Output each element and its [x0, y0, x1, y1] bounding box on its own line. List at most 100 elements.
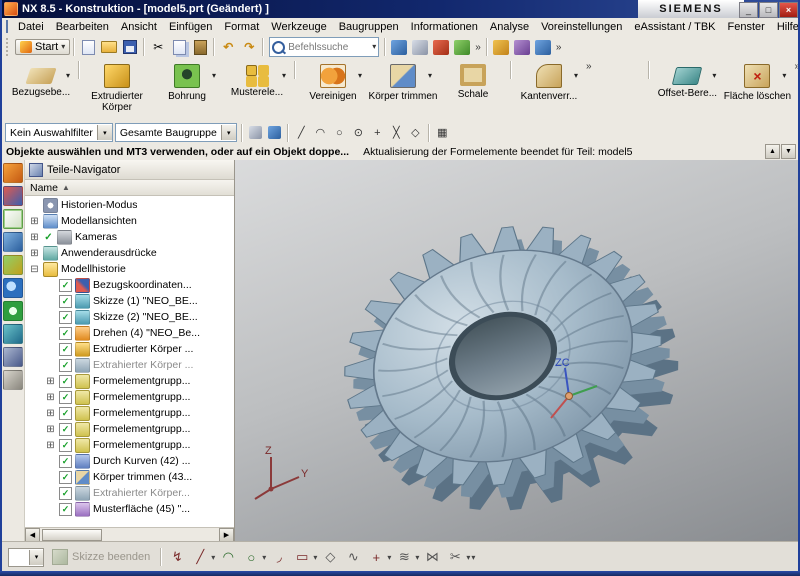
checkbox[interactable]: ✓: [59, 327, 72, 340]
point-tool-button[interactable]: +: [366, 547, 386, 567]
assembly-navigator-icon[interactable]: [3, 163, 23, 183]
title-bar[interactable]: NX 8.5 - Konstruktion - [model5.prt (Geä…: [0, 0, 800, 18]
menu-voreinstellungen[interactable]: Voreinstellungen: [535, 20, 628, 34]
checkbox[interactable]: ✓: [59, 311, 72, 324]
chevron-down-icon[interactable]: ▾: [782, 71, 786, 80]
horizontal-scrollbar[interactable]: ◀ ▶: [25, 527, 234, 541]
highlight-button[interactable]: [247, 125, 264, 141]
tree-item-model-history[interactable]: ⊟ Modellhistorie: [25, 261, 234, 277]
snap-point-icon[interactable]: +: [369, 125, 386, 141]
expand-toggle-icon[interactable]: ⊞: [45, 424, 56, 435]
menu-ansicht[interactable]: Ansicht: [115, 20, 163, 34]
undo-button[interactable]: ↶: [218, 38, 238, 57]
roles-icon[interactable]: [3, 370, 23, 390]
trim-body-button[interactable]: ▾ Körper trimmen: [368, 61, 438, 121]
checkbox[interactable]: ✓: [59, 359, 72, 372]
checkbox[interactable]: ✓: [59, 375, 72, 388]
chevron-down-icon[interactable]: ▾: [221, 125, 236, 140]
scrollbar-thumb[interactable]: [42, 529, 102, 541]
expand-toggle-icon[interactable]: ⊞: [29, 216, 40, 227]
graphics-viewport[interactable]: ZC Z Y: [235, 160, 798, 541]
chevron-down-icon[interactable]: ▾: [212, 71, 216, 80]
profile-tool-button[interactable]: ↯: [167, 547, 187, 567]
tree-item-pattern-face[interactable]: ✓ Musterfläche (45) "...: [25, 501, 234, 517]
expand-toggle-icon[interactable]: ⊞: [45, 408, 56, 419]
selection-scope-dropdown[interactable]: Gesamte Baugruppe ▾: [115, 123, 237, 142]
menu-eassistant[interactable]: eAssistant / TBK: [628, 20, 721, 34]
tree-item-extracted-body[interactable]: ✓ Extrahierter Körper...: [25, 485, 234, 501]
snap-quadrant-icon[interactable]: ◇: [407, 125, 424, 141]
checkbox[interactable]: ✓: [59, 423, 72, 436]
sketch-name-dropdown[interactable]: ▾: [8, 548, 44, 567]
command-search-input[interactable]: Befehlssuche ▾: [269, 37, 379, 57]
history-icon[interactable]: [3, 301, 23, 321]
menu-bearbeiten[interactable]: Bearbeiten: [50, 20, 115, 34]
delete-face-button[interactable]: × ▾ Fläche löschen: [722, 61, 792, 121]
display-mode-button[interactable]: [512, 38, 532, 57]
web-browser-icon[interactable]: [3, 278, 23, 298]
copy-button[interactable]: [169, 38, 189, 57]
tree-item-extrude[interactable]: ✓ Extrudierter Körper ...: [25, 341, 234, 357]
checkbox[interactable]: ✓: [59, 391, 72, 404]
part-navigator-icon[interactable]: [3, 209, 23, 229]
grid-snap-icon[interactable]: ▦: [434, 125, 451, 141]
fillet-tool-button[interactable]: ◞: [269, 547, 289, 567]
toolbar-overflow-icon[interactable]: »: [554, 42, 564, 53]
tree-item-through-curves[interactable]: ✓ Durch Kurven (42) ...: [25, 453, 234, 469]
expand-toggle-icon[interactable]: ⊞: [29, 248, 40, 259]
arc-tool-button[interactable]: ◠: [218, 547, 238, 567]
tree-item-history-mode[interactable]: Historien-Modus: [25, 197, 234, 213]
select-all-button[interactable]: [266, 125, 283, 141]
status-scroll-down-button[interactable]: ▼: [781, 144, 796, 159]
panel-header[interactable]: Teile-Navigator: [25, 160, 234, 180]
polygon-tool-button[interactable]: ◇: [320, 547, 340, 567]
reuse-library-icon[interactable]: [3, 232, 23, 252]
maximize-button[interactable]: □: [759, 2, 778, 18]
checkbox[interactable]: ✓: [59, 503, 72, 516]
shell-button[interactable]: Schale: [438, 61, 508, 121]
tree-item-sketch-1[interactable]: ✓ Skizze (1) "NEO_BE...: [25, 293, 234, 309]
checkbox[interactable]: ✓: [59, 471, 72, 484]
tree-item-feature-group[interactable]: ⊞ ✓ Formelementgrupp...: [25, 389, 234, 405]
checkbox[interactable]: ✓: [59, 439, 72, 452]
unite-button[interactable]: ▾ Vereinigen: [298, 61, 368, 121]
chevron-down-icon[interactable]: ▾: [358, 71, 362, 80]
checkbox[interactable]: ✓: [59, 487, 72, 500]
menu-analyse[interactable]: Analyse: [484, 20, 535, 34]
tree-item-extracted-body[interactable]: ✓ Extrahierter Körper ...: [25, 357, 234, 373]
datum-plane-button[interactable]: ▾ Bezugsebe...: [6, 61, 76, 121]
tree-item-user-expressions[interactable]: ⊞ Anwenderausdrücke: [25, 245, 234, 261]
menu-informationen[interactable]: Informationen: [405, 20, 484, 34]
checkbox[interactable]: ✓: [59, 295, 72, 308]
expand-toggle-icon[interactable]: ⊞: [29, 232, 40, 243]
snap-endpoint-icon[interactable]: ╱: [293, 125, 310, 141]
toolbar-overflow-icon[interactable]: »: [473, 42, 483, 53]
trim-tool-button[interactable]: ✂: [445, 547, 465, 567]
tree-item-model-views[interactable]: ⊞ Modellansichten: [25, 213, 234, 229]
hd3d-tool-icon[interactable]: [3, 255, 23, 275]
hole-button[interactable]: ▾ Bohrung: [152, 61, 222, 121]
chevron-down-icon[interactable]: ▾: [471, 553, 475, 562]
finish-sketch-button[interactable]: Skizze beenden: [47, 547, 155, 567]
menu-fenster[interactable]: Fenster: [722, 20, 771, 34]
wcs-triad[interactable]: ZC: [531, 356, 611, 428]
chevron-down-icon[interactable]: ▾: [211, 553, 215, 562]
toolbar-overflow-icon[interactable]: »: [584, 61, 594, 72]
edge-blend-button[interactable]: ▾ Kantenverr...: [514, 61, 584, 121]
chevron-down-icon[interactable]: ▾: [66, 71, 70, 80]
checkbox[interactable]: ✓: [59, 279, 72, 292]
document-icon[interactable]: [6, 20, 8, 33]
expand-toggle-icon[interactable]: ⊞: [45, 440, 56, 451]
tree-item-revolve[interactable]: ✓ Drehen (4) "NEO_Be...: [25, 325, 234, 341]
expand-toggle-icon[interactable]: ⊞: [45, 392, 56, 403]
tree-item-cameras[interactable]: ⊞ ✓ Kameras: [25, 229, 234, 245]
view-triad[interactable]: Z Y: [245, 443, 309, 505]
tree-item-feature-group[interactable]: ⊞ ✓ Formelementgrupp...: [25, 437, 234, 453]
line-tool-button[interactable]: ╱: [190, 547, 210, 567]
save-button[interactable]: [120, 38, 140, 57]
minimize-button[interactable]: _: [739, 2, 758, 18]
offset-curve-tool-button[interactable]: ≋: [394, 547, 414, 567]
tree-item-feature-group[interactable]: ⊞ ✓ Formelementgrupp...: [25, 373, 234, 389]
selection-filter-dropdown[interactable]: Kein Auswahlfilter ▾: [5, 123, 113, 142]
paste-button[interactable]: [190, 38, 210, 57]
